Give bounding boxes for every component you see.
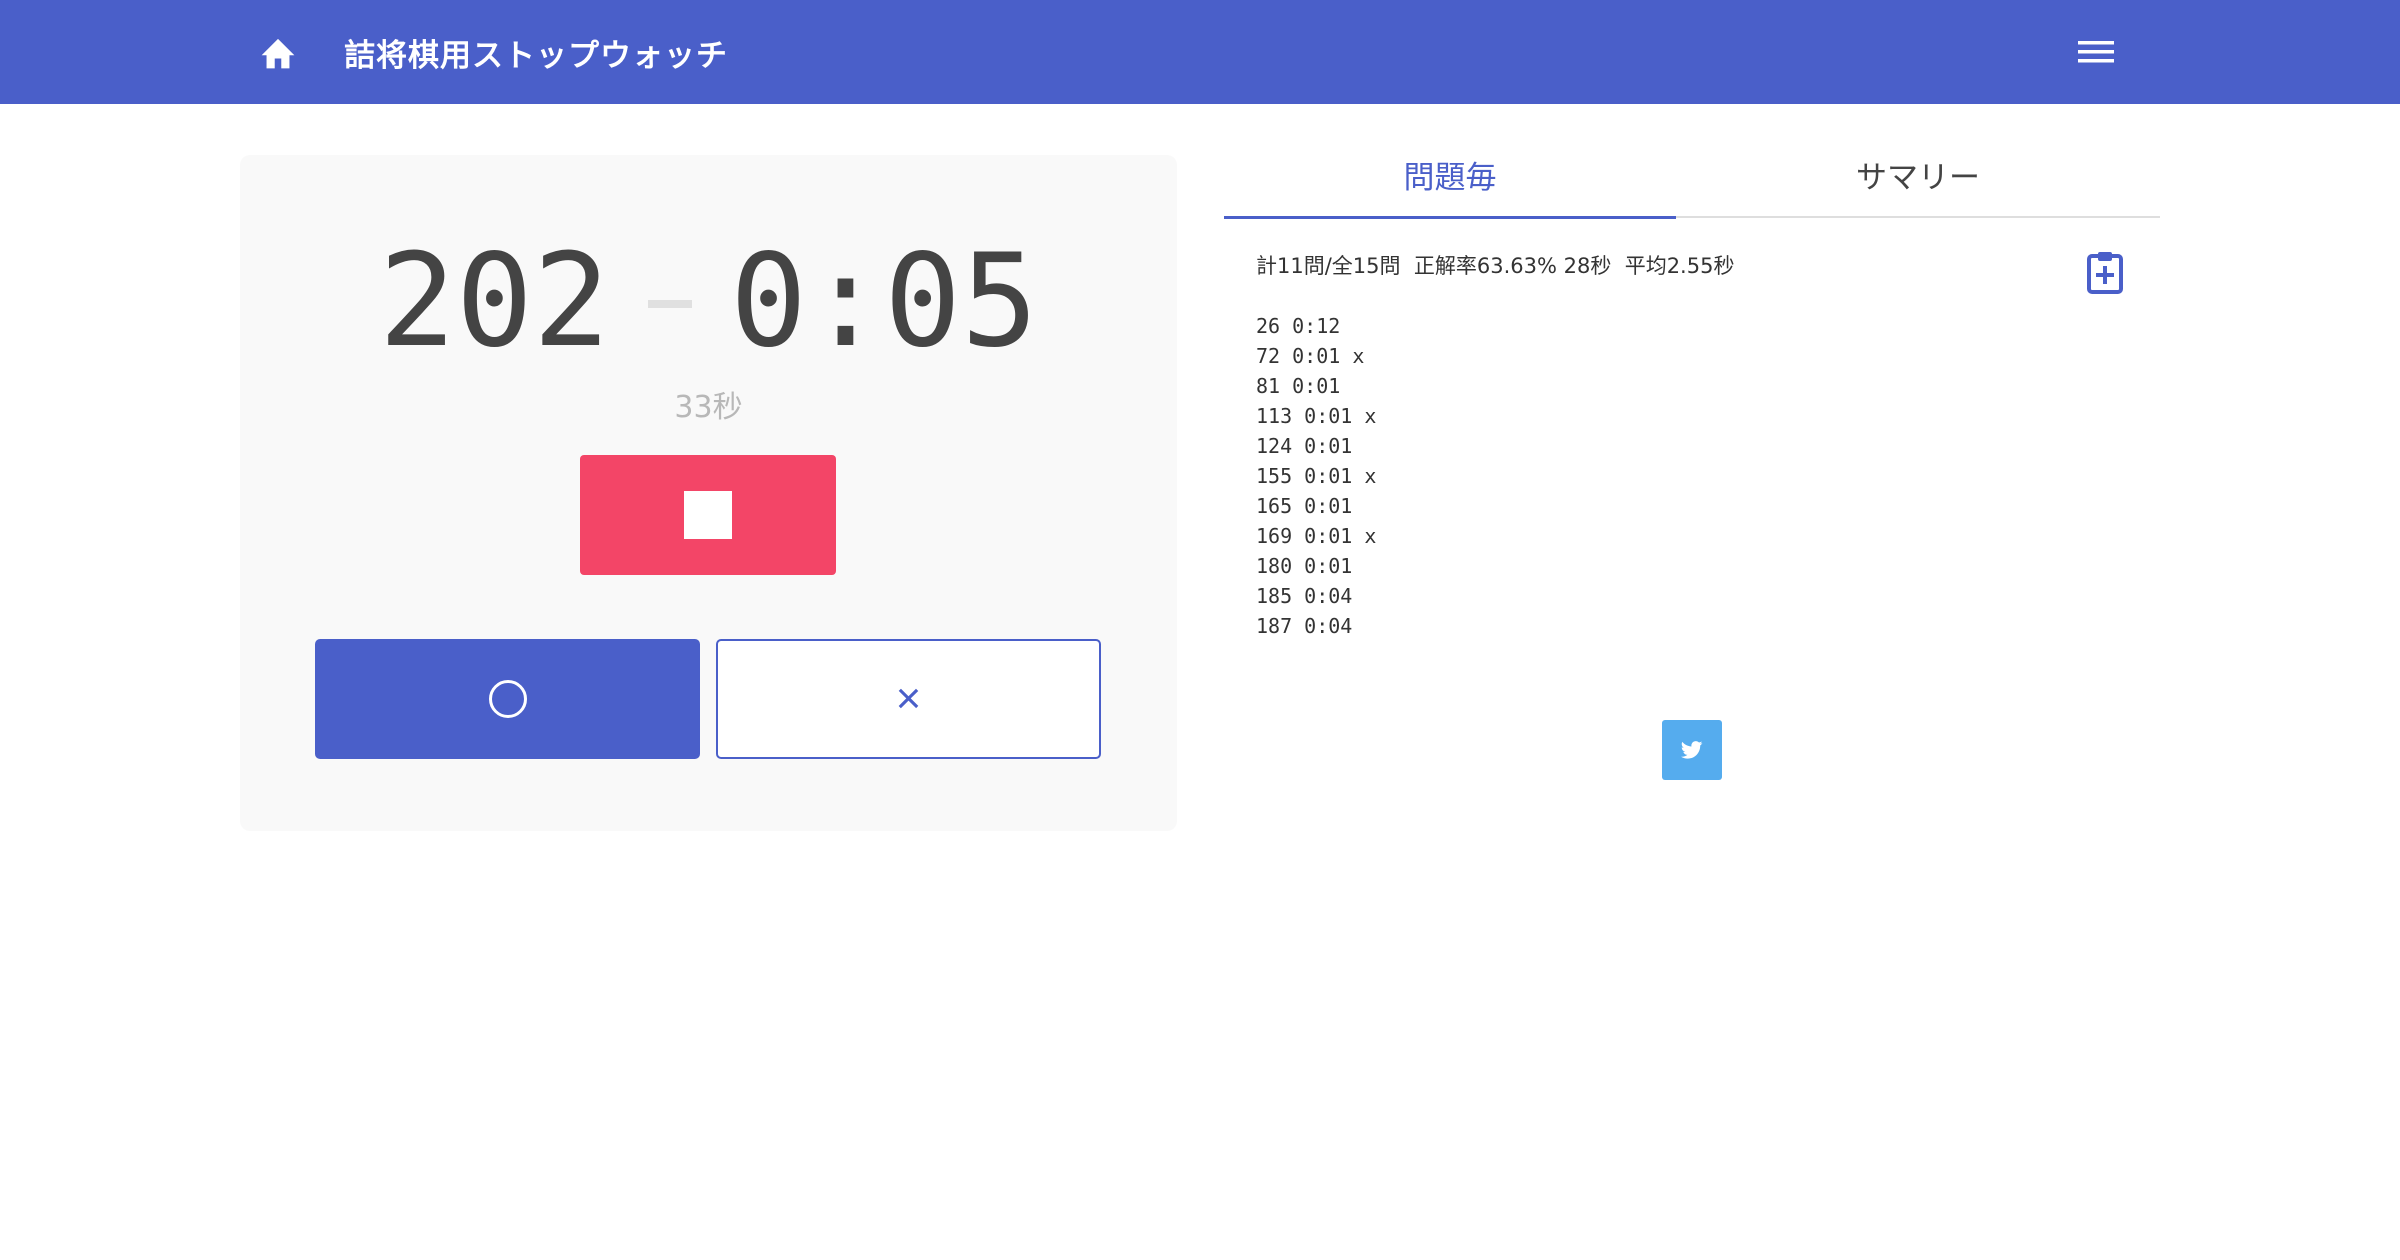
- list-item: 72 0:01 x: [1256, 344, 1365, 368]
- results-tabs: 問題毎 サマリー: [1224, 150, 2160, 219]
- problem-number: 202: [378, 227, 610, 376]
- total-seconds: 33秒: [674, 390, 743, 425]
- summary-line: 計11問/全15問 正解率63.63% 28秒 平均2.55秒: [1256, 254, 1735, 278]
- clipboard-plus-icon: [2087, 252, 2123, 294]
- app-bar: 詰将棋用ストップウォッチ: [0, 0, 2400, 104]
- stopwatch-card: 202 0:05 33秒 ×: [240, 155, 1177, 831]
- wrong-button[interactable]: ×: [716, 639, 1101, 759]
- list-item: 180 0:01: [1256, 554, 1353, 578]
- menu-button[interactable]: [2072, 30, 2120, 74]
- home-button[interactable]: [252, 26, 304, 78]
- list-item: 165 0:01: [1256, 494, 1353, 518]
- list-item: 124 0:01: [1256, 434, 1353, 458]
- twitter-icon: [1681, 741, 1703, 759]
- list-item: 185 0:04: [1256, 584, 1353, 608]
- list-item: 26 0:12: [1256, 314, 1341, 338]
- hamburger-menu-icon: [2078, 41, 2114, 63]
- timer-display: 202 0:05: [240, 230, 1177, 374]
- tab-summary[interactable]: サマリー: [1692, 150, 2144, 218]
- timer-separator: [647, 299, 692, 308]
- stop-button[interactable]: [580, 455, 836, 575]
- elapsed-time: 0:05: [729, 227, 1039, 376]
- results-list: 26 0:12 72 0:01 x 81 0:01 113 0:01 x 124…: [1256, 311, 1376, 641]
- list-item: 187 0:04: [1256, 614, 1353, 638]
- tab-per-problem[interactable]: 問題毎: [1224, 150, 1676, 219]
- home-icon: [261, 38, 295, 69]
- list-item: 81 0:01: [1256, 374, 1341, 398]
- list-item: 155 0:01 x: [1256, 464, 1377, 488]
- copy-button[interactable]: [2082, 248, 2128, 296]
- tweet-button[interactable]: [1662, 720, 1722, 780]
- list-item: 169 0:01 x: [1256, 524, 1377, 548]
- stop-icon: [684, 491, 732, 539]
- cross-icon: ×: [895, 674, 922, 723]
- app-title: 詰将棋用ストップウォッチ: [344, 38, 728, 74]
- correct-button[interactable]: [315, 639, 700, 759]
- circle-icon: [488, 680, 527, 718]
- list-item: 113 0:01 x: [1256, 404, 1377, 428]
